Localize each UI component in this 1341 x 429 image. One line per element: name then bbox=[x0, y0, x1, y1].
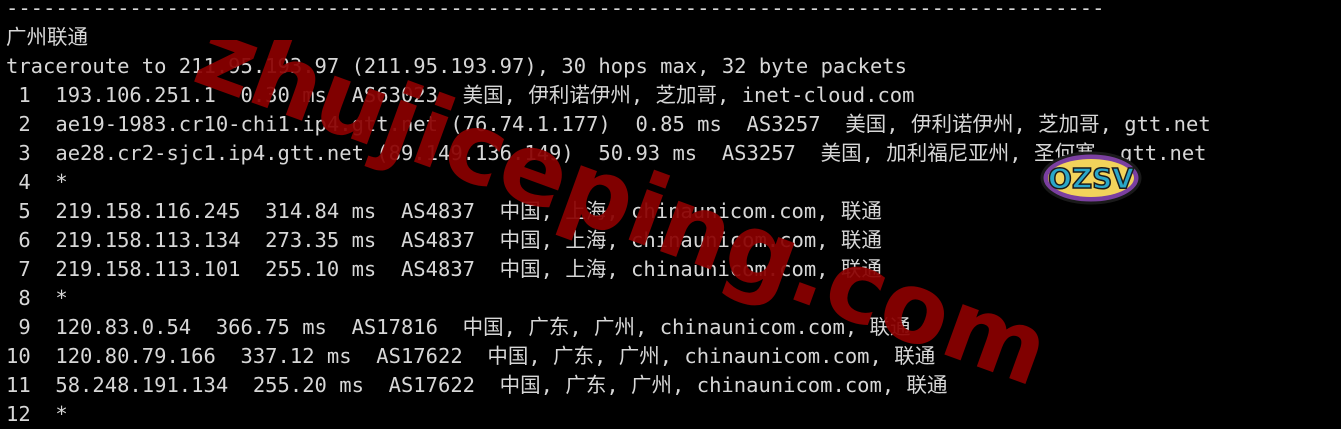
hop-line: 1 193.106.251.1 0.30 ms AS63023 美国, 伊利诺伊… bbox=[6, 83, 915, 107]
sticker-text: OZSV bbox=[1048, 162, 1134, 195]
hop-line: 8 * bbox=[6, 286, 68, 310]
hop-line: 10 120.80.79.166 337.12 ms AS17622 中国, 广… bbox=[6, 344, 936, 368]
hop-line: 7 219.158.113.101 255.10 ms AS4837 中国, 上… bbox=[6, 257, 882, 281]
hop-line: 11 58.248.191.134 255.20 ms AS17622 中国, … bbox=[6, 373, 948, 397]
ozsv-sticker-logo: OZSV bbox=[1040, 151, 1142, 205]
terminal-output: ----------------------------------------… bbox=[6, 0, 1341, 429]
hop-line: 9 120.83.0.54 366.75 ms AS17816 中国, 广东, … bbox=[6, 315, 911, 339]
hop-line: 2 ae19-1983.cr10-chi1.ip4.gtt.net (76.74… bbox=[6, 112, 1211, 136]
hop-line: 12 * bbox=[6, 402, 68, 426]
separator-line: ----------------------------------------… bbox=[6, 0, 1105, 20]
route-header: 广州联通 bbox=[6, 25, 88, 49]
hop-line: 6 219.158.113.134 273.35 ms AS4837 中国, 上… bbox=[6, 228, 882, 252]
traceroute-command: traceroute to 211.95.193.97 (211.95.193.… bbox=[6, 54, 907, 78]
